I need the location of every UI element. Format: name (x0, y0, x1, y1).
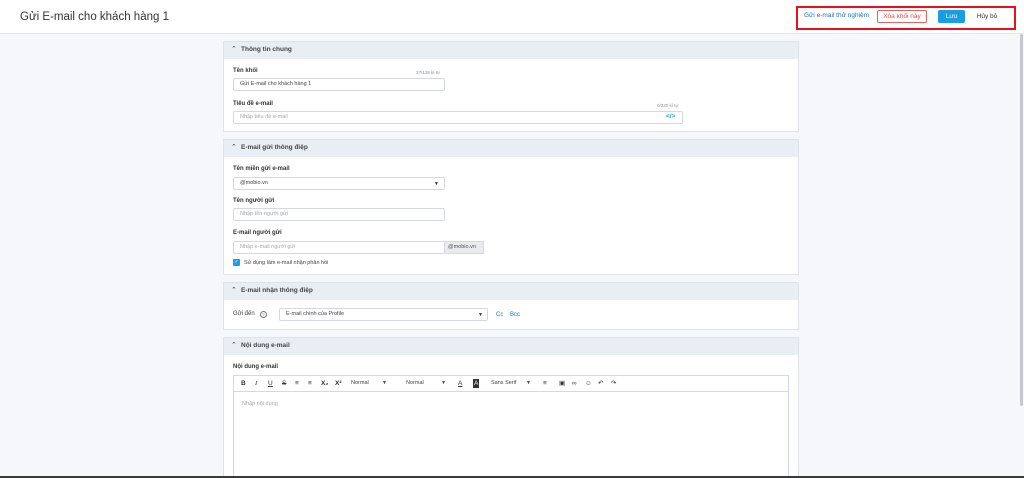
receiver-panel: ⌃ E-mail nhận thông điệp Gửi đến ? E-mai… (223, 282, 799, 330)
delete-block-button[interactable]: Xóa khối này (877, 10, 927, 23)
general-info-header[interactable]: ⌃ Thông tin chung (224, 42, 798, 59)
cc-link[interactable]: Cc (496, 312, 503, 318)
caret-down-icon[interactable]: ▼ (441, 379, 446, 388)
domain-label: Tên miền gửi e-mail (233, 166, 290, 172)
chevron-up-icon[interactable]: ⌃ (231, 287, 237, 295)
caret-down-icon[interactable]: ▼ (478, 312, 483, 318)
send-to-select[interactable]: E-mail chính của Profile (279, 308, 488, 321)
subject-counter: 0/320 kí tự (657, 103, 679, 108)
background-color-icon[interactable]: A (473, 379, 480, 388)
heading-select[interactable]: Normal (351, 379, 369, 388)
subscript-icon[interactable]: X₂ (321, 379, 328, 388)
sender-email-input[interactable]: Nhập e-mail người gửi (233, 241, 445, 254)
chevron-up-icon[interactable]: ⌃ (231, 46, 237, 54)
save-button[interactable]: Lưu (938, 10, 965, 23)
size-select[interactable]: Normal (406, 379, 424, 388)
cancel-button[interactable]: Hủy bỏ (968, 10, 1006, 23)
domain-select[interactable]: @mobio.vn (233, 177, 445, 190)
sender-email-label: E-mail người gửi (233, 230, 282, 236)
align-icon[interactable]: ≡ (543, 379, 547, 388)
body-label: Nội dung e-mail (233, 364, 278, 370)
chevron-up-icon[interactable]: ⌃ (231, 144, 237, 152)
superscript-icon[interactable]: X² (335, 379, 342, 388)
text-color-icon[interactable]: A (458, 379, 462, 388)
send-to-label: Gửi đến (233, 311, 255, 317)
general-info-panel: ⌃ Thông tin chung Tên khối 27/128 kí tự … (223, 41, 799, 132)
scrollbar-thumb[interactable] (1020, 34, 1023, 406)
chevron-up-icon[interactable]: ⌃ (231, 342, 237, 350)
emoji-icon[interactable]: ☺ (585, 379, 592, 388)
top-bar: Gửi E-mail cho khách hàng 1 Gửi e-mail t… (0, 0, 1024, 34)
editor-toolbar: B I U S ≡ ≡ X₂ X² Normal ▼ Normal ▼ A A … (234, 376, 788, 392)
caret-down-icon[interactable]: ▼ (434, 181, 439, 187)
panel-title: E-mail gửi thông điệp (241, 144, 308, 151)
receiver-header[interactable]: ⌃ E-mail nhận thông điệp (224, 283, 798, 300)
subject-input[interactable]: Nhập tiêu đề e-mail (233, 111, 683, 124)
panel-title: Thông tin chung (241, 46, 292, 53)
bold-icon[interactable]: B (241, 379, 246, 388)
reply-checkbox-label[interactable]: Sử dụng làm e-mail nhận phản hồi (244, 260, 328, 266)
caret-down-icon[interactable]: ▼ (382, 379, 387, 388)
block-name-label: Tên khối (233, 68, 258, 74)
panel-title: E-mail nhận thông điệp (241, 287, 313, 294)
block-name-input[interactable]: Gửi E-mail cho khách hàng 1 (233, 78, 445, 91)
bcc-link[interactable]: Bcc (510, 312, 520, 318)
sender-header[interactable]: ⌃ E-mail gửi thông điệp (224, 140, 798, 157)
link-icon[interactable]: ∞ (572, 379, 577, 388)
editor-placeholder: Nhập nội dung (242, 401, 278, 407)
undo-icon[interactable]: ↶ (598, 379, 603, 388)
subject-label: Tiêu đề e-mail (233, 101, 273, 107)
redo-icon[interactable]: ↷ (611, 379, 616, 388)
rich-text-editor[interactable]: B I U S ≡ ≡ X₂ X² Normal ▼ Normal ▼ A A … (233, 375, 789, 478)
sender-panel: ⌃ E-mail gửi thông điệp Tên miền gửi e-m… (223, 139, 799, 275)
caret-down-icon[interactable]: ▼ (526, 379, 531, 388)
page-title: Gửi E-mail cho khách hàng 1 (20, 11, 169, 23)
block-name-counter: 27/128 kí tự (416, 70, 441, 75)
bullet-list-icon[interactable]: ≡ (308, 379, 312, 388)
ordered-list-icon[interactable]: ≡ (295, 379, 299, 388)
content-header[interactable]: ⌃ Nội dung e-mail (224, 338, 798, 355)
reply-checkbox[interactable]: ✓ (233, 259, 240, 266)
code-icon[interactable]: </> (666, 113, 675, 120)
italic-icon[interactable]: I (255, 379, 257, 388)
strike-icon[interactable]: S (282, 379, 286, 388)
panel-title: Nội dung e-mail (241, 342, 290, 349)
content-panel: ⌃ Nội dung e-mail Nội dung e-mail B I U … (223, 337, 799, 478)
help-icon[interactable]: ? (260, 311, 267, 318)
sender-name-input[interactable]: Nhập tên người gửi (233, 208, 445, 221)
send-test-email-button[interactable]: Gửi e-mail thử nghiệm (804, 12, 869, 19)
image-icon[interactable]: ▣ (559, 379, 565, 388)
sender-name-label: Tên người gửi (233, 198, 275, 204)
underline-icon[interactable]: U (268, 379, 273, 388)
font-select[interactable]: Sans Serif (491, 379, 516, 388)
sender-email-suffix: @mobio.vn (445, 241, 484, 254)
